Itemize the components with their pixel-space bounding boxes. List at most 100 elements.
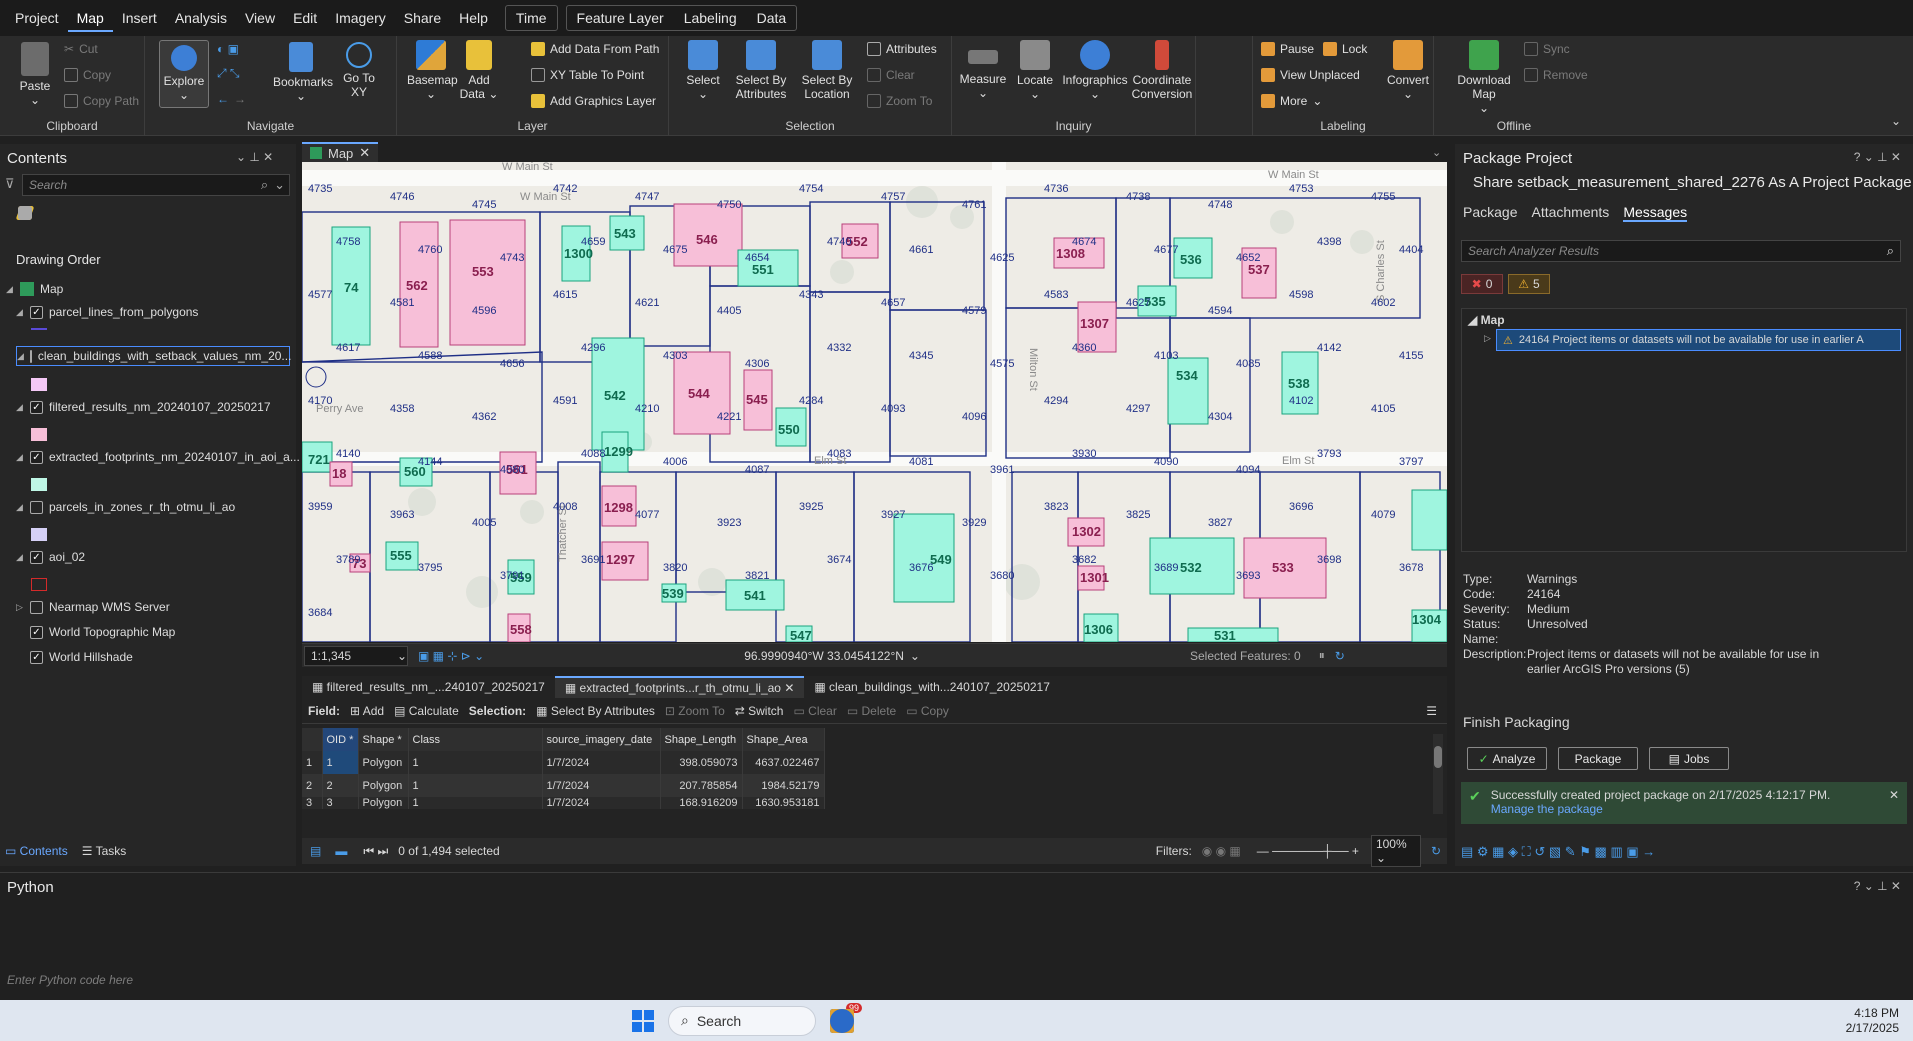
cell[interactable]: 1 [408,774,543,797]
pane-controls[interactable]: ? ⌄ ⊥ ✕ [1854,879,1901,893]
convert-button[interactable]: Convert ⌄ [1383,40,1433,101]
map-view[interactable]: 74 562 553 546 552 1308 537 1307 544 545… [302,162,1447,642]
add-data-button[interactable]: Add Data ⌄ [459,40,499,101]
close-icon[interactable]: ✕ [1889,788,1899,802]
cut-button[interactable]: ✂ Cut [64,42,98,56]
lock-button[interactable]: Lock [1323,42,1367,56]
cell[interactable]: 1984.52179 [742,774,825,797]
cell[interactable]: 1/7/2024 [542,797,661,809]
clear-selection-button[interactable]: Clear [867,68,915,82]
arcgis-pro-icon[interactable] [830,1008,854,1033]
filter-icons[interactable]: ◉ ◉ ▦ [1202,844,1241,858]
locate-button[interactable]: Locate ⌄ [1012,40,1058,101]
layer-item-selected[interactable]: ◢ clean_buildings_with_setback_values_nm_… [16,346,291,366]
close-icon[interactable]: ✕ [359,145,370,161]
select-by-location-button[interactable]: Select By Location [797,40,857,101]
pause-drawing-icon[interactable]: ⏸ [1319,648,1325,663]
measure-button[interactable]: Measure ⌄ [956,40,1010,100]
cell[interactable]: Polygon [358,774,409,797]
column-header[interactable]: Shape_Length [660,728,743,751]
attributes-button[interactable]: Attributes [867,42,937,56]
nav-icons[interactable]: ⏮ ⏭ [363,844,388,859]
menu-edit[interactable]: Edit [284,4,326,32]
chevron-down-icon[interactable]: ⌄ [910,649,920,663]
cell[interactable]: 1630.953181 [742,797,825,809]
cell[interactable]: 2 [322,774,359,797]
cell[interactable]: 1/7/2024 [542,774,661,797]
column-header[interactable]: Shape_Area [742,728,825,751]
show-selected-records-icon[interactable]: ▬ [335,844,347,858]
refresh-icon[interactable]: ↻ [1431,844,1441,858]
table-row[interactable]: 2 2 Polygon 1 1/7/2024 207.785854 1984.5… [302,774,825,797]
cell[interactable]: 1 [408,751,543,774]
download-map-button[interactable]: Download Map ⌄ [1452,40,1516,115]
tab-package[interactable]: Package [1463,204,1517,222]
menu-analysis[interactable]: Analysis [166,4,236,32]
visibility-checkbox[interactable]: ✓ [30,450,43,464]
windows-start-icon[interactable] [632,1009,654,1032]
tab-attachments[interactable]: Attachments [1531,204,1609,222]
zoom-to-selection-button[interactable]: Zoom To [867,94,932,108]
jobs-button[interactable]: ▤ Jobs [1649,747,1729,770]
table-row[interactable]: 1 1 Polygon 1 1/7/2024 398.059073 4637.0… [302,751,825,774]
visibility-checkbox[interactable] [30,600,43,614]
cell[interactable]: 3 [322,797,359,809]
visibility-checkbox[interactable]: ✓ [30,625,43,639]
explore-button[interactable]: Explore ⌄ [159,40,209,108]
side-toolbar-icons[interactable]: ▤ ⚙ ▦ ◈ ⛶ ↺ ▧ ✎ ⚑ ▩ ▥ ▣ → [1461,844,1655,860]
switch-button[interactable]: ⇄ Switch [735,704,784,718]
sync-button[interactable]: Sync [1524,42,1570,56]
map-tab[interactable]: Map ✕ [302,142,379,162]
select-button[interactable]: Select ⌄ [683,40,723,101]
view-unplaced-button[interactable]: View Unplaced [1261,68,1360,82]
analyze-button[interactable]: ✓ Analyze [1467,747,1547,770]
visibility-checkbox[interactable]: ✓ [30,305,43,319]
calculate-button[interactable]: ▤ Calculate [394,704,459,718]
remove-button[interactable]: Remove [1524,68,1588,82]
select-by-attributes-table-button[interactable]: ▦ Select By Attributes [536,704,655,718]
paste-button[interactable]: Paste ⌄ [12,42,58,107]
bookmarks-button[interactable]: Bookmarks ⌄ [273,42,333,103]
menu-imagery[interactable]: Imagery [326,4,395,32]
column-header[interactable]: source_imagery_date [542,728,661,751]
collapse-ribbon-icon[interactable]: ⌄ [1891,114,1901,128]
column-header[interactable]: OID * [322,728,359,751]
cell[interactable]: 1 [408,797,543,809]
add-data-from-path-button[interactable]: Add Data From Path [531,42,659,56]
cell[interactable]: Polygon [358,797,409,809]
chevron-down-icon[interactable]: ⌄ [1432,146,1441,159]
visibility-checkbox[interactable]: ✓ [30,650,43,664]
cell[interactable]: 398.059073 [660,751,743,774]
cell[interactable]: 1/7/2024 [542,751,661,774]
attr-tab[interactable]: ▦ filtered_results_nm_...240107_20250217 [302,680,555,694]
layer-item[interactable]: ◢ ✓ aoi_02 [16,550,85,564]
scale-dropdown[interactable]: 1:1,345 ⌄ [304,645,408,666]
tab-feature-layer[interactable]: Feature Layer [567,10,674,26]
table-zoom-dropdown[interactable]: 100% ⌄ [1370,835,1421,867]
visibility-checkbox[interactable]: ✓ [30,400,43,414]
layer-item[interactable]: ✓ World Hillshade [16,650,133,664]
table-menu-icon[interactable]: ☰ [1426,704,1437,718]
add-graphics-layer-button[interactable]: Add Graphics Layer [531,94,656,108]
layer-item[interactable]: ◢ ✓ extracted_footprints_nm_20240107_in_ao… [16,450,300,464]
layer-item[interactable]: ◢ parcels_in_zones_r_th_otmu_li_ao [16,500,235,514]
menu-share[interactable]: Share [395,4,450,32]
visibility-checkbox[interactable] [29,349,32,363]
close-icon[interactable]: ✕ [784,681,794,695]
clear-table-button[interactable]: ▭ Clear [793,704,836,718]
visibility-checkbox[interactable]: ✓ [30,550,43,564]
tab-data[interactable]: Data [747,10,797,26]
back-forward-icon[interactable]: ← → [217,92,246,106]
menu-view[interactable]: View [236,4,284,32]
more-button[interactable]: More ⌄ [1261,94,1322,108]
zoom-to-table-button[interactable]: ⊡ Zoom To [665,704,725,718]
layer-item[interactable]: ◢ ✓ filtered_results_nm_20240107_20250217 [16,400,271,414]
pane-controls[interactable]: ? ⌄ ⊥ ✕ [1854,150,1901,164]
attr-tab-active[interactable]: ▦ extracted_footprints...r_th_otmu_li_ao… [554,676,805,698]
basemap-button[interactable]: Basemap ⌄ [407,40,458,101]
coordinate-conversion-button[interactable]: Coordinate Conversion [1128,40,1196,101]
layer-item[interactable]: ▷ Nearmap WMS Server [16,600,170,614]
pane-controls[interactable]: ⌄ ⊥ ✕ [236,150,273,164]
taskbar-search[interactable]: ⌕ Search [668,1005,816,1036]
table-scrollbar[interactable] [1433,734,1443,814]
